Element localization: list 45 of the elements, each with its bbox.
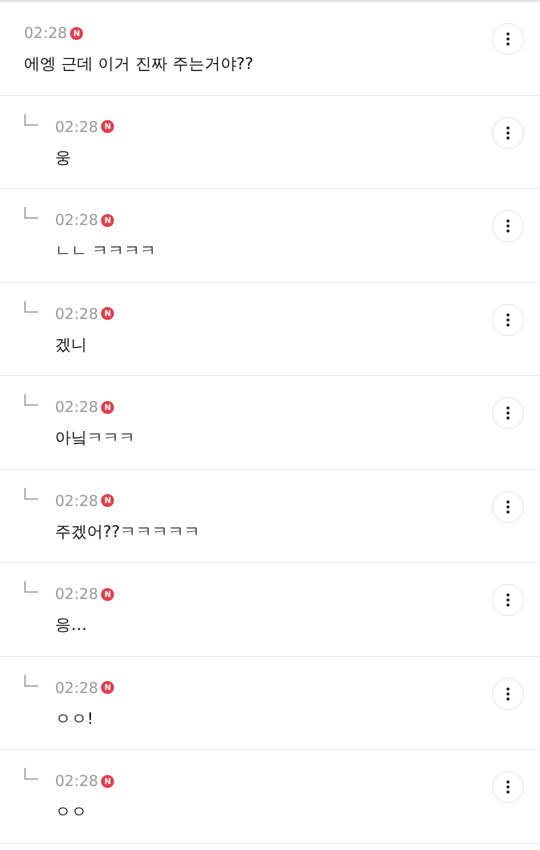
comment-text: 주겠어??ㅋㅋㅋㅋㅋ (55, 522, 201, 542)
more-options-button[interactable] (492, 23, 524, 55)
more-icon (506, 780, 510, 794)
more-icon (506, 500, 510, 514)
new-badge: N (101, 681, 114, 694)
comment-text: ㅇㅇ! (55, 708, 94, 730)
new-badge: N (101, 494, 114, 507)
comment-time: 02:28 (55, 492, 98, 510)
more-icon (506, 406, 510, 420)
more-icon (506, 126, 510, 140)
new-badge: N (101, 120, 114, 133)
comment-time: 02:28 (24, 24, 68, 42)
more-options-button[interactable] (492, 490, 524, 522)
comment-text: 겠니 (55, 334, 88, 356)
comment-text: ㅇㅇ (55, 802, 88, 823)
new-badge: N (70, 26, 84, 40)
comment-time: 02:28 (55, 118, 98, 136)
more-icon (506, 312, 510, 326)
more-icon (506, 686, 510, 700)
new-badge: N (101, 214, 114, 226)
more-options-button[interactable] (492, 397, 524, 429)
more-options-button[interactable] (492, 584, 524, 616)
comment-text: 에엥 근데 이거 진짜 주는거야?? (24, 54, 254, 75)
comment-text: ㄴㄴ ㅋㅋㅋㅋ (55, 241, 158, 262)
new-badge: N (101, 588, 114, 600)
more-icon (506, 593, 510, 607)
comment-time: 02:28 (55, 585, 98, 603)
more-icon (506, 32, 510, 46)
more-options-button[interactable] (492, 678, 524, 710)
more-options-button[interactable] (492, 210, 524, 242)
comment-time: 02:28 (55, 211, 98, 229)
new-badge: N (101, 400, 114, 414)
comment-time: 02:28 (55, 772, 98, 790)
more-options-button[interactable] (492, 771, 524, 803)
more-icon (506, 219, 510, 233)
more-options-button[interactable] (492, 116, 524, 148)
new-badge: N (101, 774, 114, 788)
comment-text: 아닠ㅋㅋㅋ (55, 428, 136, 449)
more-options-button[interactable] (492, 304, 524, 336)
new-badge: N (101, 307, 114, 320)
comment-time: 02:28 (55, 304, 98, 322)
comment-time: 02:28 (55, 678, 98, 696)
comment-time: 02:28 (55, 398, 98, 416)
comment-text: 웅 (55, 148, 72, 168)
comment-text: 응… (55, 615, 88, 636)
